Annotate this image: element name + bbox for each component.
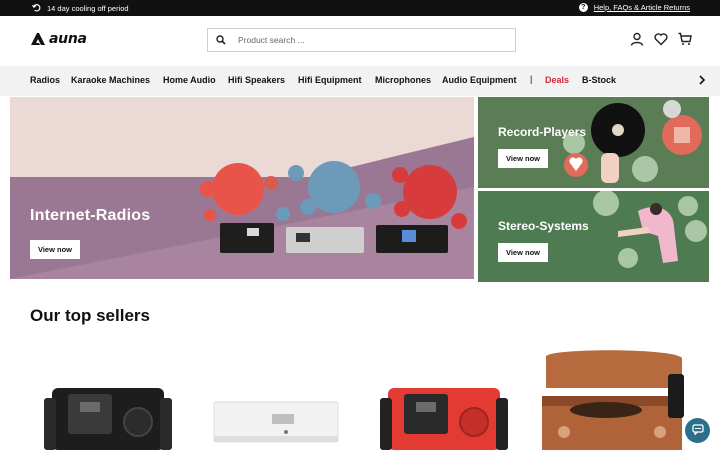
hero-banner-internet-radios[interactable]: Internet-Radios View now bbox=[10, 97, 474, 279]
search-icon[interactable] bbox=[208, 35, 234, 45]
logo-wordmark: auna bbox=[49, 31, 87, 47]
stereo-systems-illustration bbox=[593, 191, 707, 268]
nav-item-radios[interactable]: Radios bbox=[30, 75, 60, 85]
cart-icon[interactable] bbox=[678, 32, 692, 46]
help-link[interactable]: ? Help, FAQs & Article Returns bbox=[578, 3, 690, 12]
question-icon: ? bbox=[578, 3, 588, 12]
nav-separator: | bbox=[530, 74, 533, 84]
top-sellers-heading: Our top sellers bbox=[30, 306, 150, 325]
hero-title: Internet-Radios bbox=[30, 207, 151, 224]
search-bar[interactable] bbox=[207, 28, 516, 52]
product-card[interactable] bbox=[198, 344, 354, 450]
category-nav: Radios Karaoke Machines Home Audio Hifi … bbox=[0, 66, 720, 96]
product-image-retro-record-player bbox=[542, 350, 684, 450]
tile-record-players[interactable]: Record-Players View now bbox=[478, 97, 709, 188]
tile-stereo-systems[interactable]: Stereo-Systems View now bbox=[478, 191, 709, 282]
header-icons bbox=[630, 32, 692, 46]
nav-item-audio-equipment[interactable]: Audio Equipment bbox=[442, 75, 517, 85]
user-icon[interactable] bbox=[630, 32, 644, 46]
record-players-illustration bbox=[563, 100, 702, 183]
product-card[interactable] bbox=[366, 344, 522, 450]
help-link-text[interactable]: Help, FAQs & Article Returns bbox=[594, 3, 690, 12]
stereo-systems-title: Stereo-Systems bbox=[498, 219, 589, 233]
product-card[interactable] bbox=[534, 344, 690, 450]
nav-item-microphones[interactable]: Microphones bbox=[375, 75, 431, 85]
nav-item-hifi-speakers[interactable]: Hifi Speakers bbox=[228, 75, 285, 85]
product-image-white-stereo bbox=[213, 401, 339, 443]
record-players-title: Record-Players bbox=[498, 125, 587, 139]
nav-item-b-stock[interactable]: B-Stock bbox=[582, 75, 616, 85]
hero-view-now-button[interactable]: View now bbox=[30, 240, 80, 259]
nav-item-hifi-equipment[interactable]: Hifi Equipment bbox=[298, 75, 362, 85]
logo-mark-icon bbox=[31, 33, 45, 45]
product-image-dab-radio-red bbox=[380, 388, 508, 450]
cooling-off-notice: 14 day cooling off period bbox=[31, 3, 129, 14]
nav-item-deals[interactable]: Deals bbox=[545, 75, 569, 85]
auna-logo[interactable]: auna bbox=[30, 31, 87, 47]
nav-item-home-audio[interactable]: Home Audio bbox=[163, 75, 216, 85]
stereo-systems-view-now-button[interactable]: View now bbox=[498, 243, 548, 262]
search-input[interactable] bbox=[238, 35, 508, 45]
top-bar: 14 day cooling off period ? Help, FAQs &… bbox=[0, 0, 720, 16]
product-image-dab-radio-black bbox=[44, 388, 172, 450]
chevron-right-icon[interactable] bbox=[698, 75, 706, 87]
product-card[interactable] bbox=[30, 344, 186, 450]
cooling-off-text: 14 day cooling off period bbox=[47, 4, 129, 13]
site-header: auna bbox=[0, 16, 720, 66]
return-arrow-icon bbox=[31, 3, 41, 14]
chat-button[interactable] bbox=[685, 418, 710, 443]
heart-icon[interactable] bbox=[654, 32, 668, 46]
chat-icon bbox=[691, 422, 704, 440]
nav-item-karaoke[interactable]: Karaoke Machines bbox=[71, 75, 150, 85]
record-players-view-now-button[interactable]: View now bbox=[498, 149, 548, 168]
